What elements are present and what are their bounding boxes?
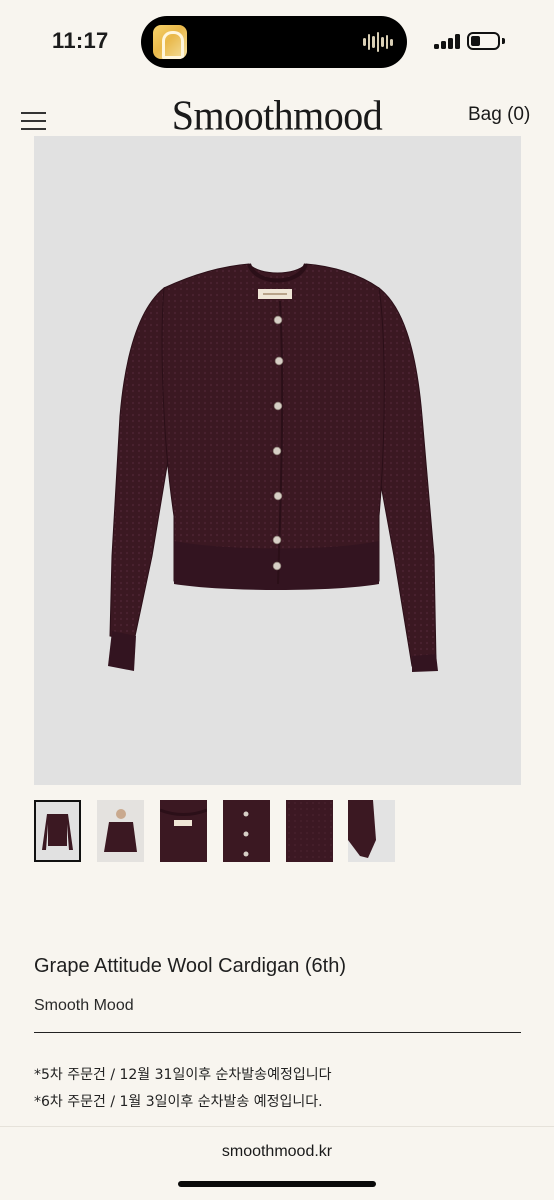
thumbnail-strip	[34, 800, 521, 862]
thumb-knit-texture[interactable]	[286, 800, 333, 862]
bag-link[interactable]: Bag (0)	[468, 104, 530, 126]
status-time: 11:17	[52, 28, 109, 53]
cellular-signal-icon	[434, 33, 460, 49]
thumb-front-flat[interactable]	[34, 800, 81, 862]
product-page: 11:17 Smoothmood Bag (0) Grape Attitude …	[0, 0, 554, 1200]
brand-logo[interactable]: Smoothmood	[160, 93, 394, 139]
status-bar: 11:17	[0, 0, 554, 84]
shipping-notice-1: *5차 주문건 / 12월 31일이후 순차발송예정입니다	[34, 1067, 332, 1083]
thumb-button-detail[interactable]	[223, 800, 270, 862]
notes-app-icon[interactable]	[153, 25, 187, 59]
cardigan-photo	[108, 263, 438, 672]
footer-divider	[0, 1126, 554, 1127]
main-product-image[interactable]	[34, 136, 521, 785]
divider	[34, 1032, 521, 1033]
hamburger-menu-icon[interactable]	[21, 110, 47, 132]
dynamic-island[interactable]	[141, 16, 407, 68]
battery-icon	[467, 32, 500, 50]
thumb-label-detail[interactable]	[160, 800, 207, 862]
product-title: Grape Attitude Wool Cardigan (6th)	[34, 955, 347, 977]
product-brand[interactable]: Smooth Mood	[34, 997, 134, 1015]
battery-cap	[502, 38, 505, 44]
home-indicator[interactable]	[178, 1181, 376, 1187]
thumb-worn[interactable]	[97, 800, 144, 862]
thumb-sleeve-detail[interactable]	[348, 800, 395, 862]
battery-level	[471, 36, 480, 46]
address-bar-url[interactable]: smoothmood.kr	[0, 1143, 554, 1161]
audio-waveform-icon	[363, 32, 394, 52]
shipping-notice-2: *6차 주문건 / 1월 3일이후 순차발송 예정입니다.	[34, 1094, 323, 1110]
